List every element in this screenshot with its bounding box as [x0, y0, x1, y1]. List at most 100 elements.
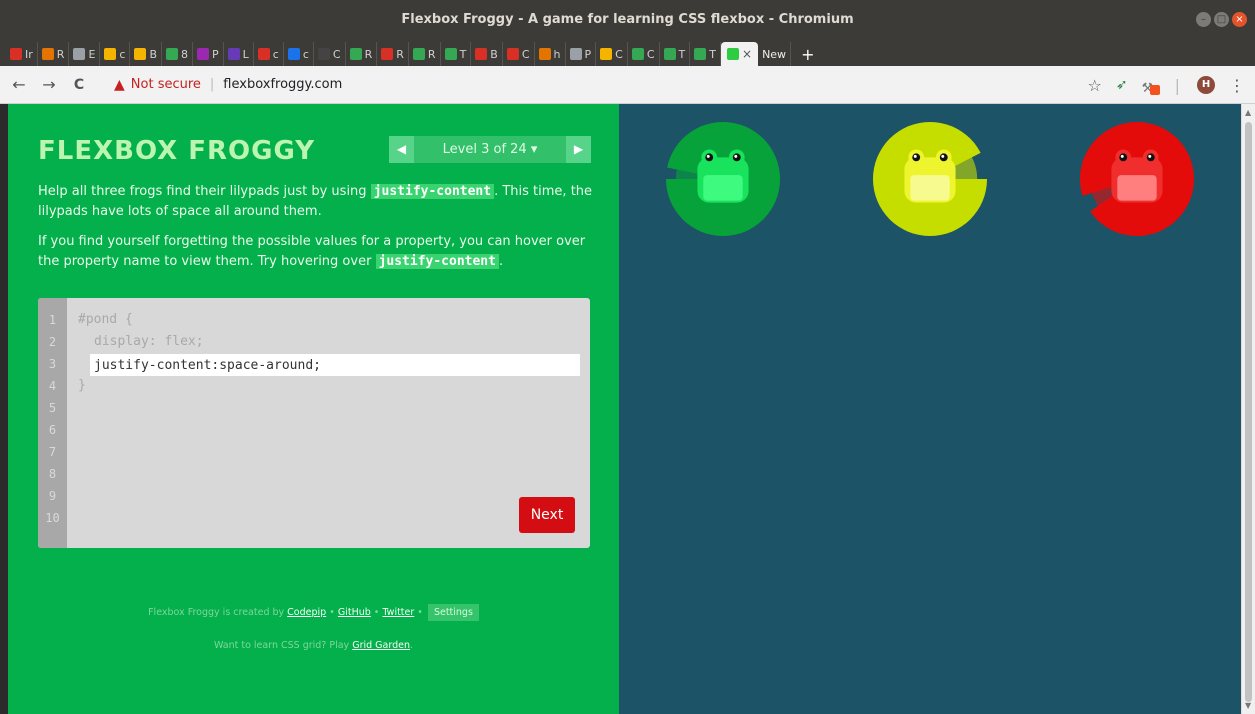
browser-tab[interactable]: C	[628, 42, 660, 66]
line-number: 4	[48, 379, 57, 393]
browser-tab[interactable]: C	[596, 42, 628, 66]
new-tab-button[interactable]: +	[791, 42, 824, 66]
twitter-link[interactable]: Twitter	[382, 607, 414, 618]
scroll-down-icon[interactable]: ▼	[1245, 701, 1251, 710]
line-number: 9	[48, 489, 57, 503]
window-titlebar: Flexbox Froggy - A game for learning CSS…	[0, 0, 1255, 40]
page-scrollbar[interactable]: ▲ ▼	[1241, 104, 1255, 714]
browser-tab[interactable]: P	[193, 42, 224, 66]
previous-level-button[interactable]: ◀	[389, 136, 414, 163]
tab-favicon-icon	[569, 48, 582, 60]
line-number: 10	[45, 511, 60, 525]
back-button[interactable]: ←	[8, 75, 30, 94]
tab-close-icon[interactable]: ×	[742, 47, 752, 61]
security-label[interactable]: Not secure	[131, 77, 201, 92]
tab-label: R	[56, 47, 65, 61]
profile-avatar[interactable]: H	[1197, 76, 1215, 94]
url-text[interactable]: flexboxfroggy.com	[223, 77, 342, 92]
browser-tab[interactable]: R	[38, 42, 70, 66]
address-bar[interactable]: ▲ Not secure | flexboxfroggy.com	[114, 77, 342, 93]
css-code-input[interactable]	[90, 354, 580, 376]
tab-favicon-icon	[349, 48, 362, 60]
yellow-frog-on-lilypad	[872, 121, 988, 237]
close-window-icon[interactable]: ×	[1232, 12, 1247, 27]
tab-favicon-icon	[287, 48, 300, 60]
next-level-button[interactable]: ▶	[566, 136, 591, 163]
scroll-up-icon[interactable]: ▲	[1245, 108, 1251, 117]
tab-favicon-icon	[257, 48, 270, 60]
browser-tab[interactable]: R	[409, 42, 441, 66]
tab-favicon-icon	[475, 48, 488, 60]
tab-label: R	[364, 47, 373, 61]
credits-text: Flexbox Froggy is created by	[148, 607, 288, 618]
tab-favicon-icon	[41, 48, 54, 60]
red-frog-on-lilypad	[1080, 121, 1195, 237]
codepip-link[interactable]: Codepip	[287, 607, 326, 618]
browser-tab[interactable]: T	[441, 42, 472, 66]
frog-belly	[1117, 175, 1157, 201]
settings-button[interactable]: Settings	[427, 604, 479, 621]
scrollbar-thumb[interactable]	[1245, 122, 1252, 702]
browser-tab[interactable]: h	[535, 42, 566, 66]
browser-tab[interactable]: R	[377, 42, 409, 66]
promo-period: .	[409, 640, 414, 651]
minimize-icon[interactable]: –	[1196, 12, 1211, 27]
browser-tab[interactable]: Ir	[6, 42, 38, 66]
line-number-gutter: 1 2 3 4 5 6 7 8 9 10	[38, 298, 67, 548]
code-line-display: display: flex;	[94, 334, 204, 349]
browser-tab[interactable]: B	[130, 42, 162, 66]
code-line-close: }	[78, 378, 86, 393]
separator-dot: •	[326, 607, 338, 618]
tab-favicon-icon	[197, 48, 209, 60]
tab-favicon-icon	[444, 48, 457, 60]
reload-button[interactable]: C	[68, 77, 90, 93]
forward-button[interactable]: →	[38, 75, 60, 94]
line-number: 6	[48, 423, 57, 437]
browser-tab[interactable]: C	[503, 42, 535, 66]
browser-tab[interactable]: c	[100, 42, 131, 66]
property-hint[interactable]: justify-content	[375, 254, 499, 269]
browser-tab[interactable]: 8	[162, 42, 193, 66]
instructions-panel: FLEXBOX FROGGY ◀ Level 3 of 24 ▾ ▶ Help …	[8, 104, 619, 714]
new-tab-page-tab[interactable]: New	[758, 42, 792, 66]
tab-label: C	[332, 47, 341, 61]
grid-garden-link[interactable]: Grid Garden	[352, 640, 410, 651]
browser-tab[interactable]: R	[346, 42, 378, 66]
browser-tab[interactable]: c	[284, 42, 314, 66]
property-hint[interactable]: justify-content	[370, 184, 495, 199]
browser-tab[interactable]: c	[254, 42, 284, 66]
github-link[interactable]: GitHub	[338, 607, 371, 618]
warning-icon[interactable]: ▲	[114, 77, 125, 93]
browser-tab[interactable]: E	[69, 42, 101, 66]
tab-label: C	[646, 47, 655, 61]
maximize-icon[interactable]: □	[1214, 12, 1229, 27]
browser-tab[interactable]: T	[690, 42, 721, 66]
browser-tab[interactable]: C	[314, 42, 346, 66]
tab-favicon-icon	[506, 48, 519, 60]
separator-dot: •	[414, 607, 426, 618]
tab-label: L	[242, 47, 249, 61]
tab-favicon-icon	[166, 48, 178, 60]
browser-tab[interactable]: P	[566, 42, 597, 66]
extension-tool-icon[interactable]: ⚒	[1142, 77, 1160, 96]
tab-label: Ir	[25, 47, 33, 61]
tip-text: .	[498, 254, 504, 269]
tip-paragraph: If you find yourself forgetting the poss…	[38, 232, 593, 272]
tab-favicon-icon	[317, 48, 330, 60]
browser-tab[interactable]: B	[471, 42, 503, 66]
tab-favicon-icon	[227, 48, 240, 60]
level-indicator[interactable]: Level 3 of 24 ▾	[414, 136, 566, 163]
active-tab[interactable]: ×	[721, 42, 759, 66]
promo-text: Want to learn CSS grid? Play	[213, 640, 353, 651]
browser-tab[interactable]: T	[660, 42, 691, 66]
menu-dots-icon[interactable]: ⋮	[1229, 76, 1245, 95]
tab-label: h	[553, 47, 561, 61]
browser-tab[interactable]: L	[224, 42, 254, 66]
tab-label: T	[459, 47, 467, 61]
bookmark-star-icon[interactable]: ☆	[1088, 76, 1102, 95]
tab-label: P	[212, 47, 219, 61]
extension-leaf-icon[interactable]: ➶	[1116, 77, 1128, 93]
tab-favicon-icon	[412, 48, 425, 60]
level-navigator: ◀ Level 3 of 24 ▾ ▶	[389, 136, 591, 163]
next-button[interactable]: Next	[519, 497, 575, 533]
